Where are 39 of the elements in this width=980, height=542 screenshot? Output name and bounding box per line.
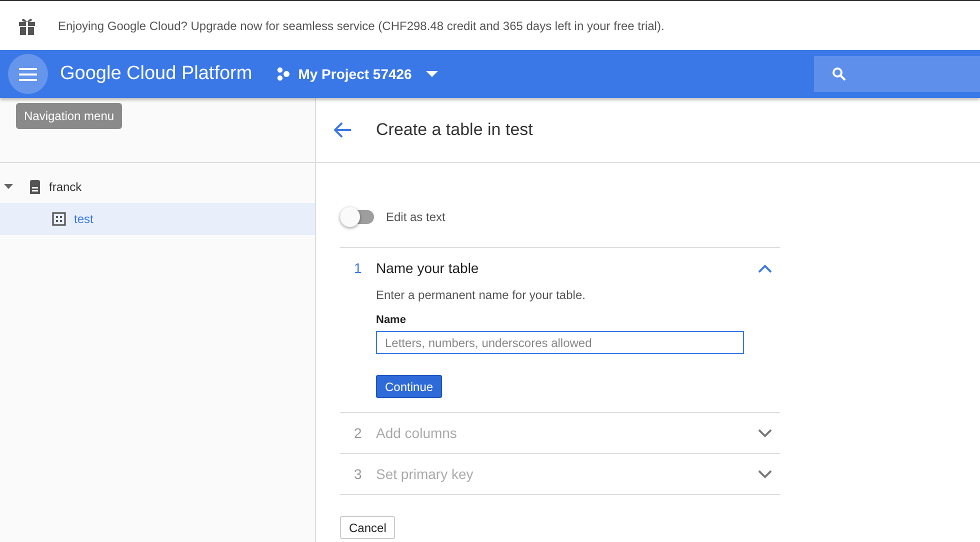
project-dots-icon [276,67,290,81]
step-title: Set primary key [376,466,474,482]
tooltip: Navigation menu [16,103,122,129]
dropdown-caret-icon [426,70,438,78]
step-header[interactable]: 1 Name your table [340,248,780,288]
expand-chevron-icon[interactable] [758,470,772,478]
step-header[interactable]: 2 Add columns [340,413,780,453]
search-icon [832,67,846,81]
search-field[interactable] [814,56,980,92]
tree-item[interactable]: franck [0,171,315,203]
step-number: 1 [354,260,363,276]
step-title: Add columns [376,425,458,441]
collapse-chevron-icon[interactable] [758,264,772,272]
cancel-button[interactable]: Cancel [340,516,396,539]
brand-title: Google Cloud Platform [60,63,252,85]
tree-item[interactable]: test [0,203,315,235]
tree-label: test [74,212,94,226]
toggle-label: Edit as text [386,210,446,224]
project-selector[interactable]: My Project 57426 [276,66,438,82]
caret-icon[interactable] [4,184,13,190]
step-description: Enter a permanent name for your table. [376,288,586,302]
grid-icon [52,212,66,226]
back-arrow-icon[interactable] [334,122,352,138]
step-title: Name your table [376,260,480,276]
field-label: Name [376,314,406,326]
expand-chevron-icon[interactable] [758,428,772,438]
menu-icon [19,68,37,80]
step-number: 2 [354,425,363,441]
step-number: 3 [354,466,363,482]
continue-button[interactable]: Continue [376,375,442,398]
step-header[interactable]: 3 Set primary key [340,454,780,494]
page-title: Create a table in test [376,120,533,140]
trial-message: Enjoying Google Cloud? Upgrade now for seamless service (CHF298.48 credit and 365 days left in your free trial). [58,18,664,32]
gift-icon [18,16,36,34]
toggle-switch[interactable] [340,207,376,227]
name-input[interactable]: Letters, numbers, underscores allowed [376,331,744,354]
menu-button[interactable] [8,54,48,94]
instance-icon [29,180,41,194]
tree-label: franck [49,180,82,194]
